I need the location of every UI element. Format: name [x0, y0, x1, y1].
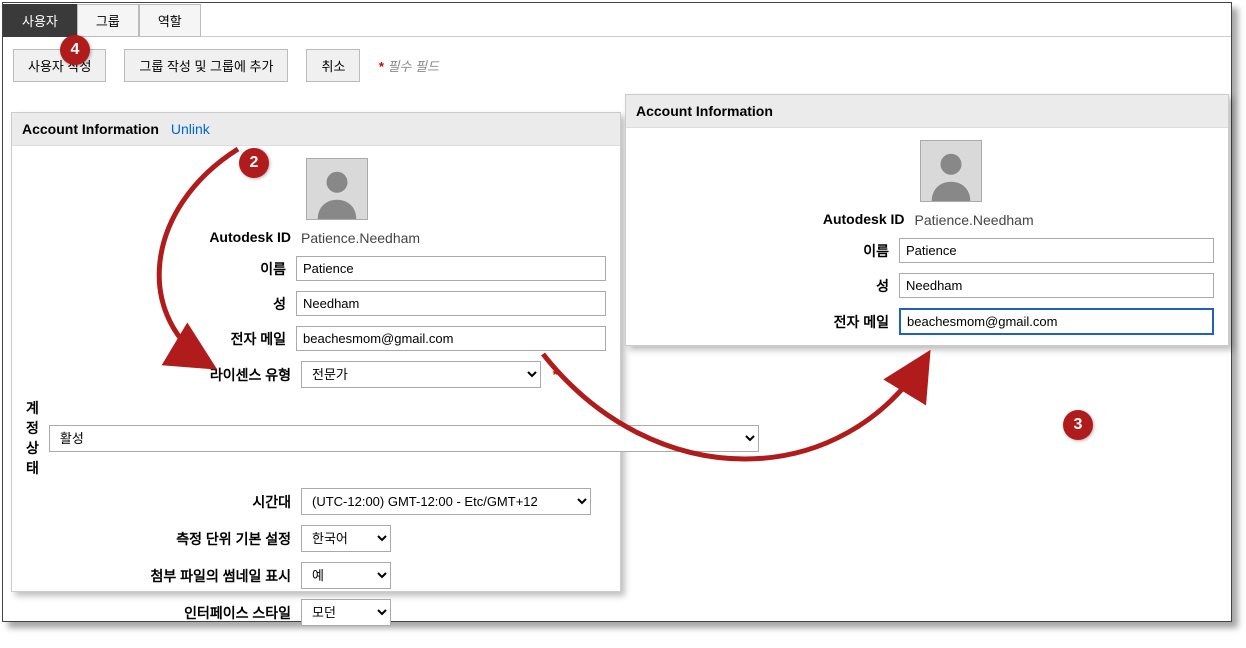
label-email: 전자 메일 [26, 329, 296, 349]
label-interface: 인터페이스 스타일 [26, 603, 301, 623]
timezone-select[interactable]: (UTC-12:00) GMT-12:00 - Etc/GMT+12 [301, 488, 591, 515]
required-asterisk: * [378, 59, 383, 74]
panels-area: Account Information Unlink Autodesk ID P… [3, 94, 1231, 624]
toolbar: 사용자 작성 그룹 작성 및 그룹에 추가 취소 *필수 필드 [3, 37, 1231, 94]
required-note: *필수 필드 [378, 56, 439, 75]
unlink-link[interactable]: Unlink [171, 121, 210, 137]
last-name-field[interactable] [899, 273, 1214, 298]
app-window: 사용자 그룹 역할 사용자 작성 그룹 작성 및 그룹에 추가 취소 *필수 필… [2, 2, 1232, 622]
label-units: 측정 단위 기본 설정 [26, 529, 301, 549]
tab-groups[interactable]: 그룹 [77, 4, 139, 37]
label-first-name: 이름 [640, 241, 899, 261]
email-field[interactable] [296, 326, 606, 351]
label-timezone: 시간대 [26, 492, 301, 512]
avatar-row [920, 140, 1214, 202]
interface-select[interactable]: 모던 [301, 599, 391, 626]
license-type-select[interactable]: 전문가 [301, 361, 541, 388]
thumbnail-select[interactable]: 예 [301, 562, 391, 589]
label-account-status: 계정 상태 [26, 398, 49, 478]
panel-header-left: Account Information Unlink [12, 113, 620, 146]
label-autodesk-id: Autodesk ID [640, 211, 915, 227]
label-thumbnail: 첨부 파일의 썸네일 표시 [26, 566, 301, 586]
account-panel-right: Account Information Autodesk ID Patience… [625, 94, 1229, 346]
last-name-field[interactable] [296, 291, 606, 316]
cancel-button[interactable]: 취소 [306, 49, 360, 82]
panel-body-right: Autodesk ID Patience.Needham 이름 성 전자 메일 [626, 128, 1228, 357]
label-license-type: 라이센스 유형 [26, 365, 301, 385]
avatar-row [306, 158, 606, 220]
value-autodesk-id: Patience.Needham [301, 228, 601, 246]
value-autodesk-id: Patience.Needham [915, 210, 1214, 228]
annotation-badge-3: 3 [1063, 410, 1093, 440]
annotation-badge-2: 2 [239, 148, 269, 178]
account-status-select[interactable]: 활성 [49, 425, 759, 452]
tab-bar: 사용자 그룹 역할 [3, 3, 1231, 37]
label-first-name: 이름 [26, 259, 296, 279]
panel-title: Account Information [22, 121, 159, 137]
tab-users[interactable]: 사용자 [3, 4, 77, 37]
avatar-icon [306, 158, 368, 220]
first-name-field[interactable] [296, 256, 606, 281]
annotation-badge-4: 4 [60, 35, 90, 65]
first-name-field[interactable] [899, 238, 1214, 263]
required-star-icon: * [553, 367, 558, 382]
label-last-name: 성 [26, 294, 296, 314]
avatar-icon [920, 140, 982, 202]
label-last-name: 성 [640, 276, 899, 296]
label-email: 전자 메일 [640, 312, 899, 332]
panel-header-right: Account Information [626, 95, 1228, 128]
create-group-button[interactable]: 그룹 작성 및 그룹에 추가 [124, 49, 288, 82]
tab-roles[interactable]: 역할 [139, 4, 201, 37]
units-select[interactable]: 한국어 [301, 525, 391, 552]
panel-title: Account Information [636, 103, 773, 119]
panel-body-left: Autodesk ID Patience.Needham 이름 성 전자 메일 … [12, 146, 620, 648]
account-panel-left: Account Information Unlink Autodesk ID P… [11, 112, 621, 592]
label-autodesk-id: Autodesk ID [26, 229, 301, 245]
email-field-focused[interactable] [899, 308, 1214, 335]
